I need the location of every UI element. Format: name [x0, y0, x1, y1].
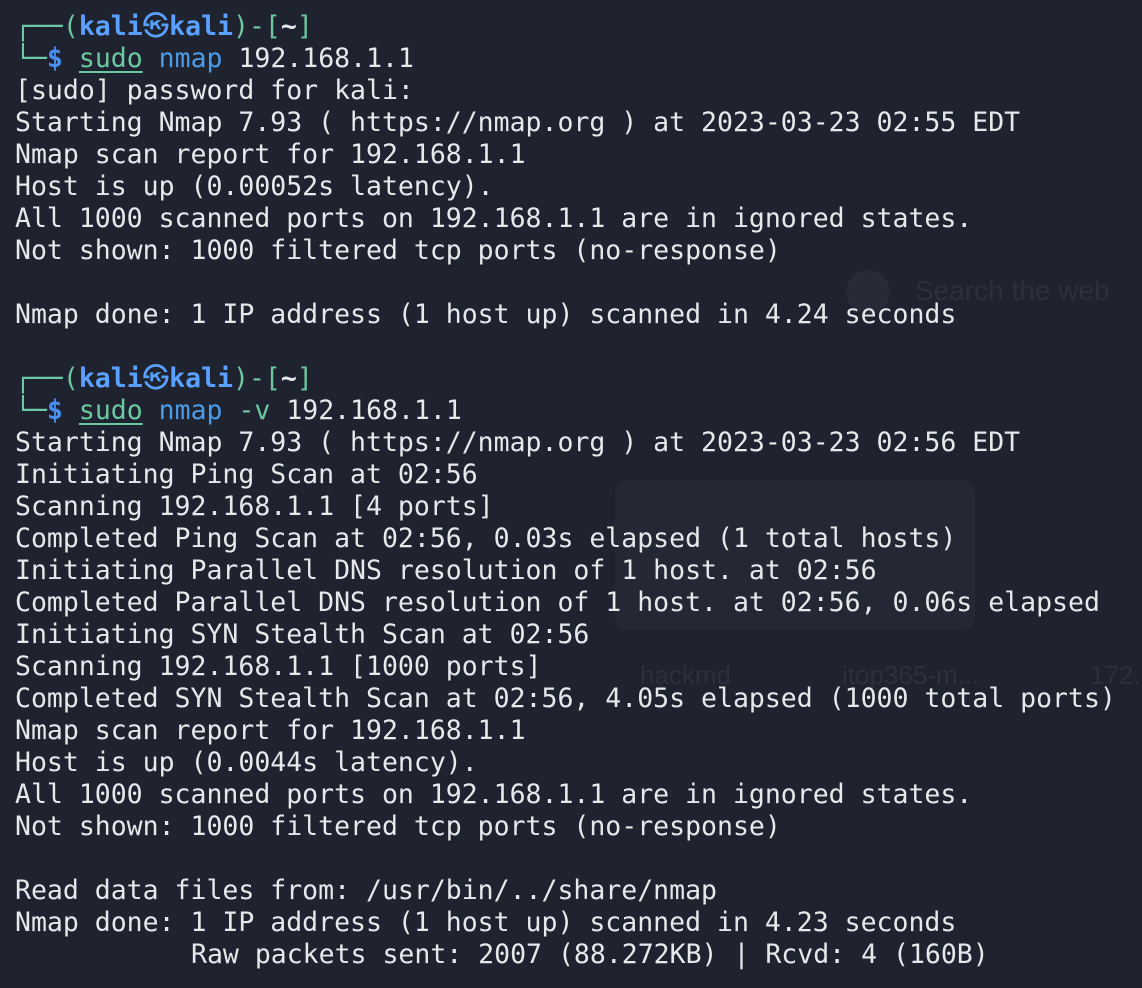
- output-line: Nmap done: 1 IP address (1 host up) scan…: [15, 907, 957, 938]
- command-args: 192.168.1.1: [222, 43, 414, 74]
- output-line: Host is up (0.0044s latency).: [15, 747, 478, 778]
- output-line: All 1000 scanned ports on 192.168.1.1 ar…: [15, 779, 973, 810]
- command-name: nmap: [158, 395, 223, 426]
- skull-icon: ㉿: [142, 363, 170, 394]
- prompt-dir: ~: [280, 11, 297, 42]
- output-line: Raw packets sent: 2007 (88.272KB) | Rcvd…: [191, 939, 989, 970]
- command-line[interactable]: └─$ sudo nmap -v 192.168.1.1: [0, 395, 1142, 427]
- prompt-user: kali: [78, 363, 143, 394]
- command-name: nmap: [158, 43, 223, 74]
- output-line: Completed Ping Scan at 02:56, 0.03s elap…: [15, 523, 957, 554]
- prompt-dollar: $: [46, 43, 63, 74]
- output-line: All 1000 scanned ports on 192.168.1.1 ar…: [15, 203, 973, 234]
- prompt-dir: ~: [280, 363, 297, 394]
- prompt-header: ┌──(kali㉿kali)-[~]: [15, 363, 313, 394]
- output-line: Not shown: 1000 filtered tcp ports (no-r…: [15, 811, 781, 842]
- output-line: Initiating Ping Scan at 02:56: [15, 459, 478, 490]
- output-line: Scanning 192.168.1.1 [1000 ports]: [15, 651, 542, 682]
- command-sudo: sudo: [78, 395, 143, 426]
- output-line: Completed SYN Stealth Scan at 02:56, 4.0…: [15, 683, 1116, 714]
- output-line: Nmap done: 1 IP address (1 host up) scan…: [15, 299, 957, 330]
- terminal-window[interactable]: Search the web hackmd itop365-m... 172. …: [0, 0, 1142, 988]
- command-output: Starting Nmap 7.93 ( https://nmap.org ) …: [0, 427, 1142, 939]
- prompt-host: kali: [169, 363, 233, 394]
- output-line: Not shown: 1000 filtered tcp ports (no-r…: [15, 235, 781, 266]
- skull-icon: ㉿: [142, 11, 170, 42]
- output-line: Nmap scan report for 192.168.1.1: [15, 139, 526, 170]
- command-sudo: sudo: [78, 43, 143, 74]
- output-line: Nmap scan report for 192.168.1.1: [15, 715, 526, 746]
- prompt-header: ┌──(kali㉿kali)-[~]: [15, 11, 313, 42]
- command-args: 192.168.1.1: [270, 395, 462, 426]
- prompt-host: kali: [169, 11, 233, 42]
- output-line: Read data files from: /usr/bin/../share/…: [15, 875, 717, 906]
- output-line: [sudo] password for kali:: [15, 75, 414, 106]
- output-line: Starting Nmap 7.93 ( https://nmap.org ) …: [15, 427, 1021, 458]
- command-output: [sudo] password for kali: Starting Nmap 7…: [0, 75, 1142, 331]
- prompt-user: kali: [78, 11, 143, 42]
- output-line: Completed Parallel DNS resolution of 1 h…: [15, 587, 1100, 618]
- prompt-dollar: $: [46, 395, 63, 426]
- command-flag: -v: [222, 395, 271, 426]
- output-line: Initiating SYN Stealth Scan at 02:56: [15, 619, 590, 650]
- output-line: Initiating Parallel DNS resolution of 1 …: [15, 555, 877, 586]
- command-line[interactable]: └─$ sudo nmap 192.168.1.1: [0, 43, 1142, 75]
- output-line: Host is up (0.00052s latency).: [15, 171, 494, 202]
- output-line: Starting Nmap 7.93 ( https://nmap.org ) …: [15, 107, 1021, 138]
- output-line: Scanning 192.168.1.1 [4 ports]: [15, 491, 494, 522]
